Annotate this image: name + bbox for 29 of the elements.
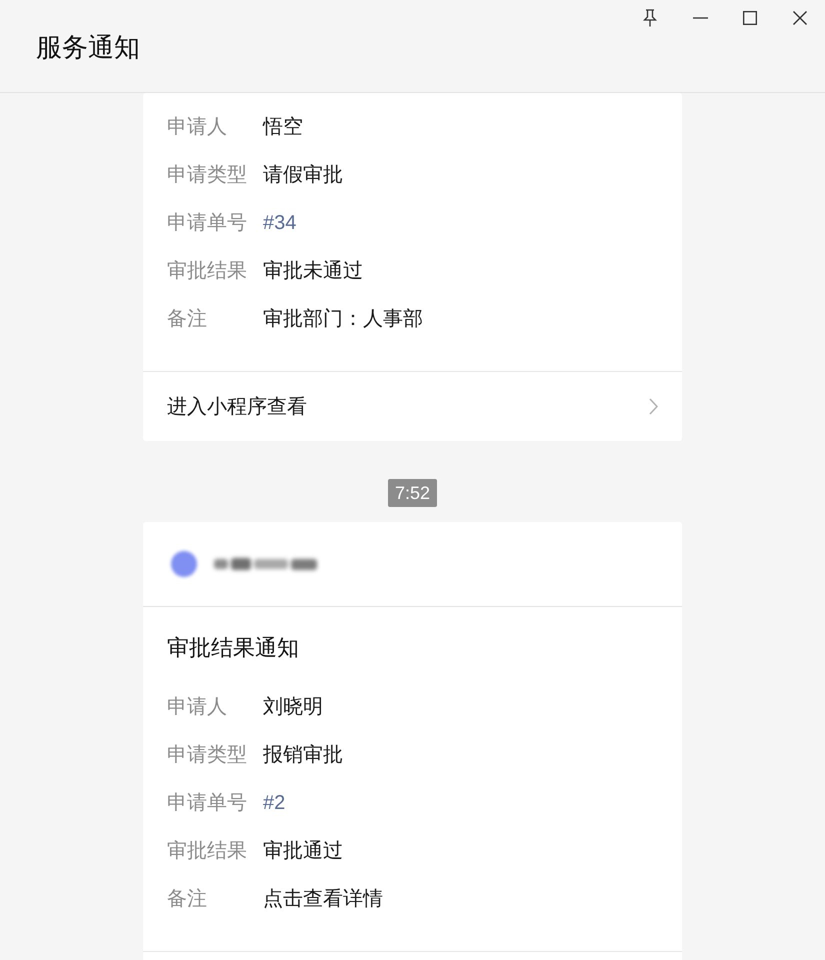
field-label: 审批结果 (167, 259, 248, 284)
field-value: 点击查看详情 (263, 887, 383, 912)
field-label: 备注 (167, 307, 208, 332)
field-label: 申请人 (167, 695, 228, 720)
close-icon[interactable] (793, 11, 807, 25)
field-label: 申请人 (167, 115, 228, 140)
field-label: 申请单号 (167, 211, 248, 236)
card-title: 审批结果通知 (167, 634, 300, 662)
field-link-value: #34 (263, 211, 296, 236)
field-value: 审批未通过 (263, 259, 363, 284)
pin-icon[interactable] (643, 9, 657, 27)
field-label: 申请类型 (167, 163, 248, 188)
timestamp-label: 7:52 (388, 479, 438, 507)
field-value: 请假审批 (263, 163, 343, 188)
field-link-value: #2 (263, 791, 286, 816)
mini-program-link[interactable]: 进入小程序查看 (143, 371, 682, 441)
field-label: 审批结果 (167, 839, 248, 864)
field-value: 审批部门：人事部 (263, 307, 423, 332)
field-value: 审批通过 (263, 839, 343, 864)
minimize-icon[interactable] (692, 17, 708, 19)
window-title: 服务通知 (36, 31, 140, 64)
field-value: 悟空 (263, 115, 303, 140)
field-value: 报销审批 (263, 743, 343, 768)
field-label: 申请单号 (167, 791, 248, 816)
field-label: 申请类型 (167, 743, 248, 768)
field-label: 备注 (167, 887, 208, 912)
chevron-right-icon (649, 398, 658, 415)
field-value: 刘晓明 (263, 695, 323, 720)
maximize-icon[interactable] (743, 11, 757, 25)
